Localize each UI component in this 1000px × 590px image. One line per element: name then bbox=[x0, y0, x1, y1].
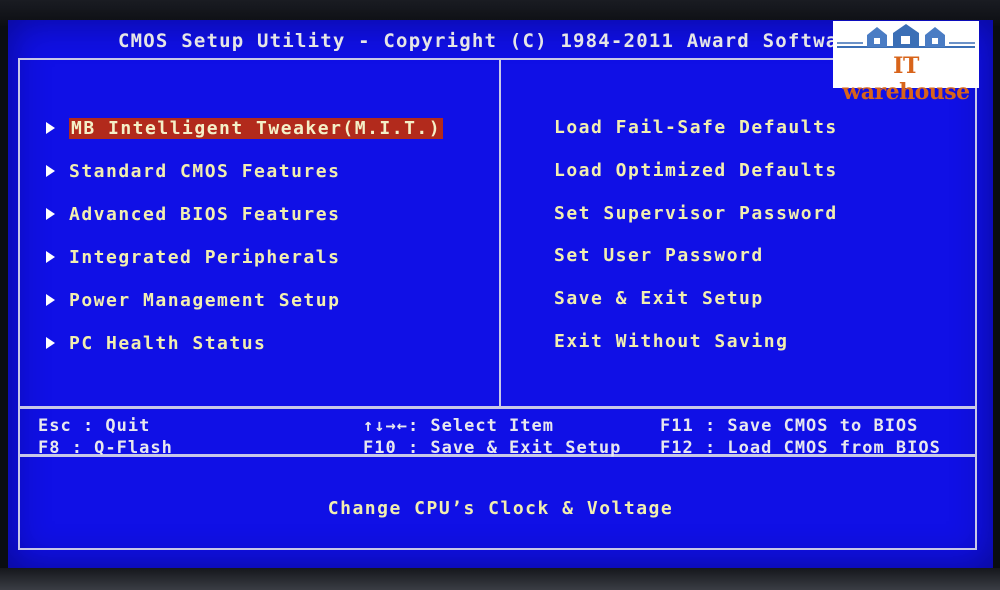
submenu-arrow-icon bbox=[46, 251, 55, 263]
menu-item-pc-health[interactable]: PC Health Status bbox=[46, 330, 266, 356]
menu-item-load-optimized[interactable]: Load Optimized Defaults bbox=[554, 160, 838, 186]
menu-item-set-supervisor-password[interactable]: Set Supervisor Password bbox=[554, 203, 838, 229]
menu-item-label: Integrated Peripherals bbox=[69, 246, 341, 268]
help-f11: F11 : Save CMOS to BIOS bbox=[660, 416, 919, 436]
menu-item-label: Standard CMOS Features bbox=[69, 160, 341, 182]
menu-divider bbox=[499, 58, 501, 407]
menu-item-label: Power Management Setup bbox=[69, 289, 341, 311]
submenu-arrow-icon bbox=[46, 165, 55, 177]
item-description: Change CPU’s Clock & Voltage bbox=[327, 498, 674, 519]
help-esc: Esc : Quit bbox=[38, 416, 151, 436]
help-f10: F10 : Save & Exit Setup bbox=[363, 438, 622, 458]
bios-title: CMOS Setup Utility - Copyright (C) 1984-… bbox=[118, 30, 864, 52]
menu-item-advanced-bios[interactable]: Advanced BIOS Features bbox=[46, 201, 340, 227]
submenu-arrow-icon bbox=[46, 337, 55, 349]
submenu-arrow-icon bbox=[46, 208, 55, 220]
menu-item-integrated-peripherals[interactable]: Integrated Peripherals bbox=[46, 244, 340, 270]
menu-item-save-exit[interactable]: Save & Exit Setup bbox=[554, 288, 764, 314]
submenu-arrow-icon bbox=[46, 122, 55, 134]
help-f12: F12 : Load CMOS from BIOS bbox=[660, 438, 941, 458]
menu-item-label: Advanced BIOS Features bbox=[69, 203, 341, 225]
monitor-bezel-bottom bbox=[0, 568, 1000, 590]
logo-text: IT warehouse bbox=[842, 53, 970, 105]
menu-item-label: MB Intelligent Tweaker(M.I.T.) bbox=[69, 117, 444, 139]
help-select: ↑↓→←: Select Item bbox=[363, 416, 554, 436]
menu-item-mit[interactable]: MB Intelligent Tweaker(M.I.T.) bbox=[46, 115, 444, 141]
help-f8: F8 : Q-Flash bbox=[38, 438, 173, 458]
menu-item-label: PC Health Status bbox=[69, 332, 267, 354]
main-menu-frame bbox=[18, 58, 977, 409]
menu-item-standard-cmos[interactable]: Standard CMOS Features bbox=[46, 158, 340, 184]
menu-item-load-failsafe[interactable]: Load Fail-Safe Defaults bbox=[554, 117, 838, 143]
house-logo-icon bbox=[837, 24, 975, 48]
submenu-arrow-icon bbox=[46, 294, 55, 306]
it-warehouse-logo: IT warehouse bbox=[833, 21, 979, 105]
menu-item-power-management[interactable]: Power Management Setup bbox=[46, 287, 340, 313]
menu-item-exit-without-saving[interactable]: Exit Without Saving bbox=[554, 331, 788, 357]
menu-item-set-user-password[interactable]: Set User Password bbox=[554, 245, 764, 271]
